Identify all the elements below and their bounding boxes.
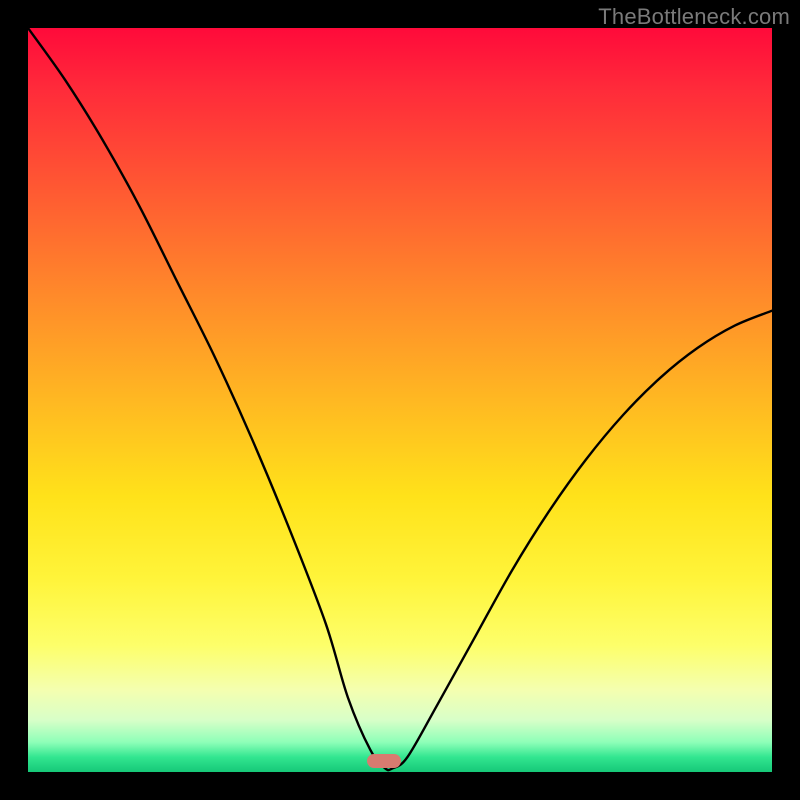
- plot-area: [28, 28, 772, 772]
- watermark-text: TheBottleneck.com: [598, 4, 790, 30]
- bottleneck-curve: [28, 28, 772, 772]
- chart-frame: TheBottleneck.com: [0, 0, 800, 800]
- curve-path: [28, 28, 772, 770]
- optimal-marker: [367, 754, 401, 768]
